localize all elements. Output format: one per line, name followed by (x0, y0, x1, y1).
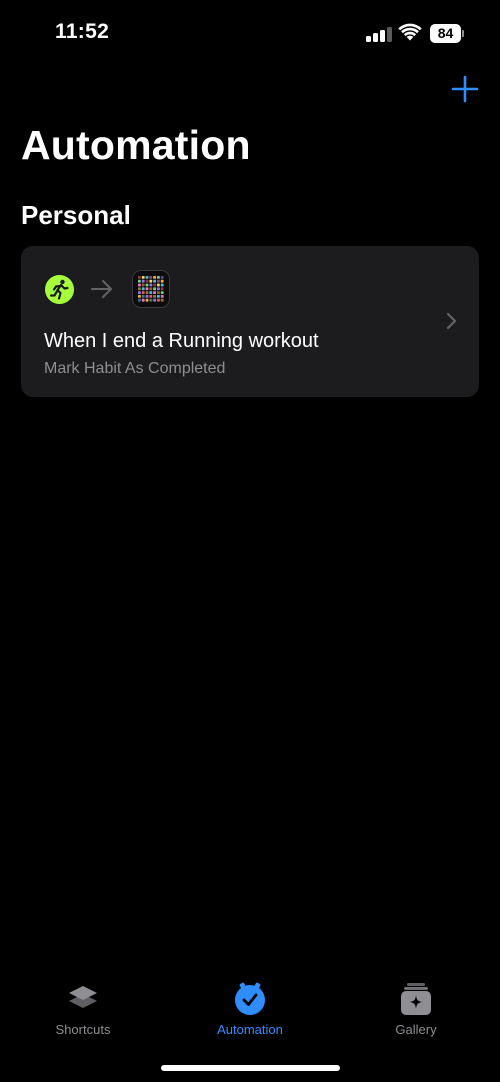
tab-automation[interactable]: Automation (195, 982, 305, 1042)
automation-title: When I end a Running workout (44, 330, 319, 352)
gallery-sparkle-icon (401, 983, 431, 1015)
shortcuts-stack-icon (69, 986, 97, 1008)
page-title: Automation (21, 122, 251, 168)
tab-gallery[interactable]: Gallery (361, 982, 471, 1042)
chevron-right-icon (446, 312, 457, 330)
automation-card[interactable]: When I end a Running workout Mark Habit … (21, 246, 479, 397)
tab-label-gallery: Gallery (395, 1022, 437, 1037)
wifi-icon (398, 23, 422, 41)
home-indicator (161, 1065, 340, 1071)
battery-tip (462, 30, 464, 37)
battery-indicator: 84 (430, 24, 464, 43)
plus-icon[interactable] (450, 74, 480, 104)
status-time: 11:52 (55, 20, 110, 43)
status-bar: 11:52 84 (0, 0, 500, 68)
habit-tracker-app-icon (132, 270, 170, 308)
automation-subtitle: Mark Habit As Completed (44, 360, 226, 377)
arrow-right-icon (91, 280, 112, 298)
automation-clock-check-icon (235, 982, 265, 1015)
tab-label-automation: Automation (217, 1022, 283, 1037)
tab-shortcuts[interactable]: Shortcuts (28, 982, 138, 1042)
cellular-signal-icon (366, 27, 392, 42)
battery-level: 84 (430, 24, 461, 43)
section-title-personal: Personal (21, 200, 131, 230)
running-workout-icon (45, 275, 74, 304)
tab-label-shortcuts: Shortcuts (55, 1022, 111, 1037)
